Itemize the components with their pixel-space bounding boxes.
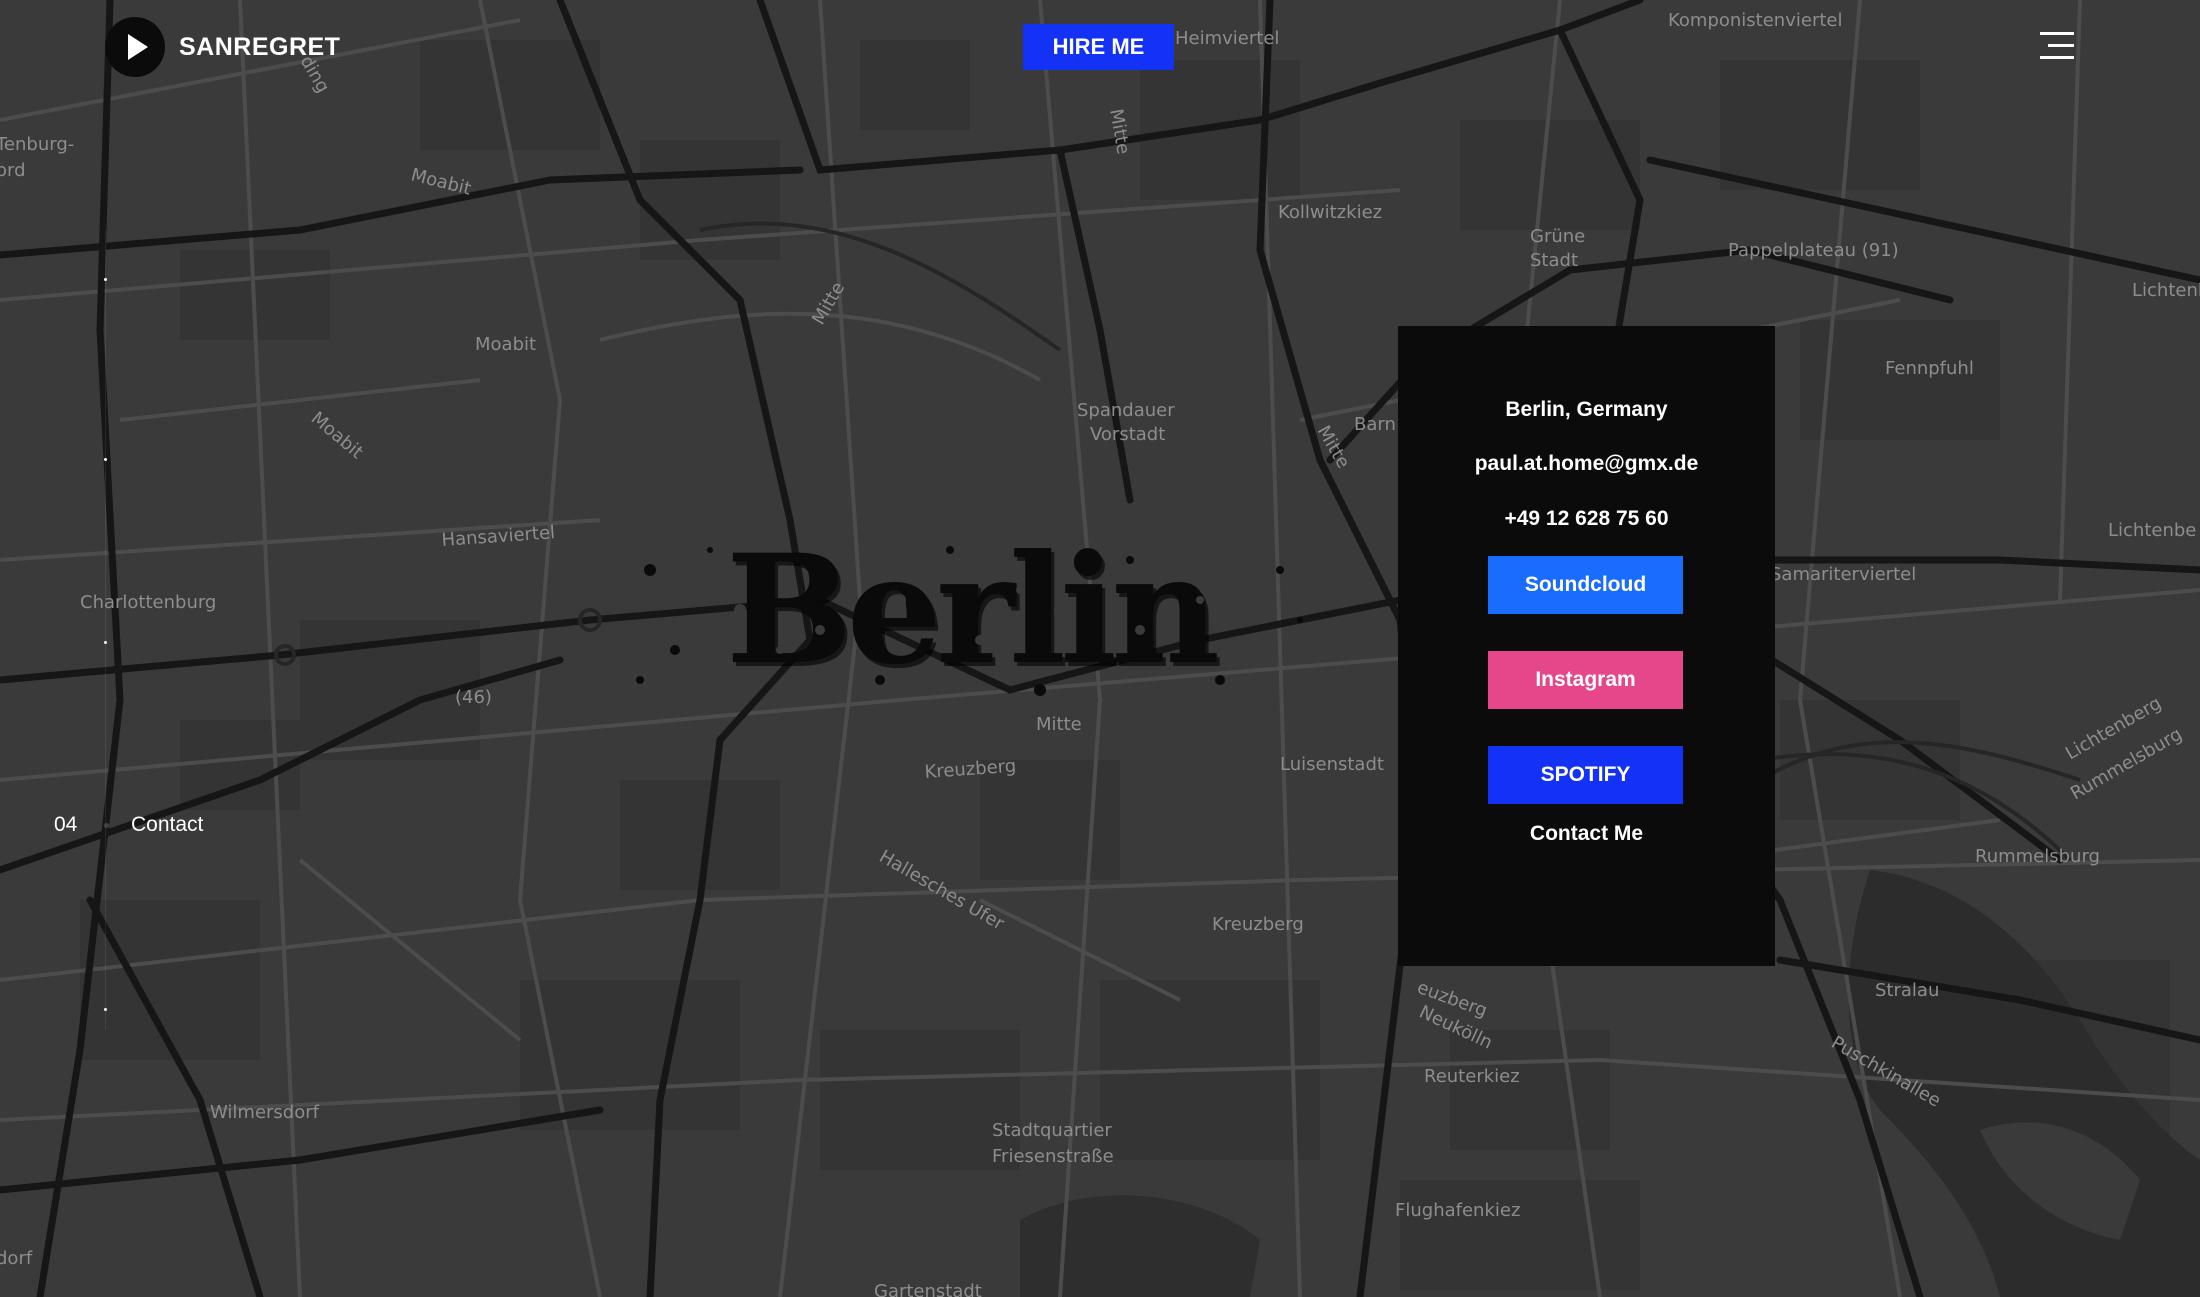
svg-text:dorf: dorf bbox=[0, 1248, 33, 1269]
svg-text:Gartenstadt: Gartenstadt bbox=[874, 1281, 982, 1297]
svg-text:Reuterkiez: Reuterkiez bbox=[1424, 1066, 1520, 1087]
contact-me-link[interactable]: Contact Me bbox=[1398, 822, 1775, 846]
svg-text:Kreuzberg: Kreuzberg bbox=[1212, 914, 1304, 935]
svg-text:Stralau: Stralau bbox=[1875, 980, 1939, 1001]
svg-text:Pappelplateau (91): Pappelplateau (91) bbox=[1728, 240, 1899, 261]
soundcloud-button[interactable]: Soundcloud bbox=[1488, 556, 1683, 614]
svg-text:(46): (46) bbox=[455, 687, 492, 708]
svg-text:Lichtenbe: Lichtenbe bbox=[2108, 520, 2196, 541]
side-nav-dot[interactable] bbox=[104, 278, 107, 281]
side-nav-line bbox=[105, 230, 106, 1030]
svg-text:Samariterviertel: Samariterviertel bbox=[1770, 564, 1916, 585]
svg-text:Moabit: Moabit bbox=[475, 334, 536, 355]
side-nav-dot[interactable] bbox=[104, 458, 107, 461]
svg-text:Flughafenkiez: Flughafenkiez bbox=[1395, 1200, 1520, 1221]
svg-text:Grüne: Grüne bbox=[1530, 226, 1585, 247]
svg-text:Stadtquartier: Stadtquartier bbox=[992, 1120, 1112, 1141]
svg-text:Friesenstraße: Friesenstraße bbox=[992, 1146, 1114, 1167]
svg-text:Lichtenb: Lichtenb bbox=[2132, 280, 2200, 301]
side-nav-dot[interactable] bbox=[104, 641, 107, 644]
svg-text:Mitte: Mitte bbox=[1036, 714, 1082, 735]
phone-link[interactable]: +49 12 628 75 60 bbox=[1398, 507, 1775, 531]
svg-text:Vorstadt: Vorstadt bbox=[1090, 424, 1165, 445]
hamburger-menu-icon[interactable] bbox=[2038, 32, 2074, 60]
section-label: Contact bbox=[131, 813, 204, 836]
side-nav-current-section[interactable]: 04 Contact bbox=[54, 813, 203, 837]
hire-me-button[interactable]: HIRE ME bbox=[1023, 24, 1174, 70]
side-nav-dot[interactable] bbox=[104, 1008, 107, 1011]
svg-text:Stadt: Stadt bbox=[1530, 250, 1578, 271]
play-icon bbox=[105, 17, 165, 77]
grunge-texture-overlay bbox=[636, 546, 1303, 696]
svg-text:Tenburg-: Tenburg- bbox=[0, 134, 74, 155]
location-text: Berlin, Germany bbox=[1505, 398, 1668, 421]
brand-logo[interactable]: SANREGRET bbox=[105, 17, 340, 77]
svg-text:Wilmersdorf: Wilmersdorf bbox=[210, 1102, 320, 1123]
side-nav-active-dot bbox=[104, 822, 109, 828]
svg-text:Rummelsburg: Rummelsburg bbox=[1975, 846, 2100, 867]
svg-text:Komponistenviertel: Komponistenviertel bbox=[1668, 10, 1842, 31]
brand-name: SANREGRET bbox=[179, 32, 341, 61]
svg-text:ord: ord bbox=[0, 160, 26, 181]
svg-text:Charlottenburg: Charlottenburg bbox=[80, 592, 216, 613]
section-number: 04 bbox=[54, 813, 78, 836]
email-link[interactable]: paul.at.home@gmx.de bbox=[1398, 452, 1775, 476]
svg-text:Luisenstadt: Luisenstadt bbox=[1280, 754, 1384, 775]
svg-text:Barn: Barn bbox=[1354, 414, 1396, 435]
svg-text:Spandauer: Spandauer bbox=[1077, 400, 1175, 421]
svg-text:Fennpfuhl: Fennpfuhl bbox=[1885, 358, 1974, 379]
spotify-button[interactable]: SPOTIFY bbox=[1488, 746, 1683, 804]
instagram-button[interactable]: Instagram bbox=[1488, 651, 1683, 709]
contact-panel: Berlin, Germany paul.at.home@gmx.de +49 … bbox=[1398, 326, 1775, 966]
svg-text:Heimviertel: Heimviertel bbox=[1175, 28, 1279, 49]
svg-text:Kollwitzkiez: Kollwitzkiez bbox=[1278, 202, 1382, 223]
